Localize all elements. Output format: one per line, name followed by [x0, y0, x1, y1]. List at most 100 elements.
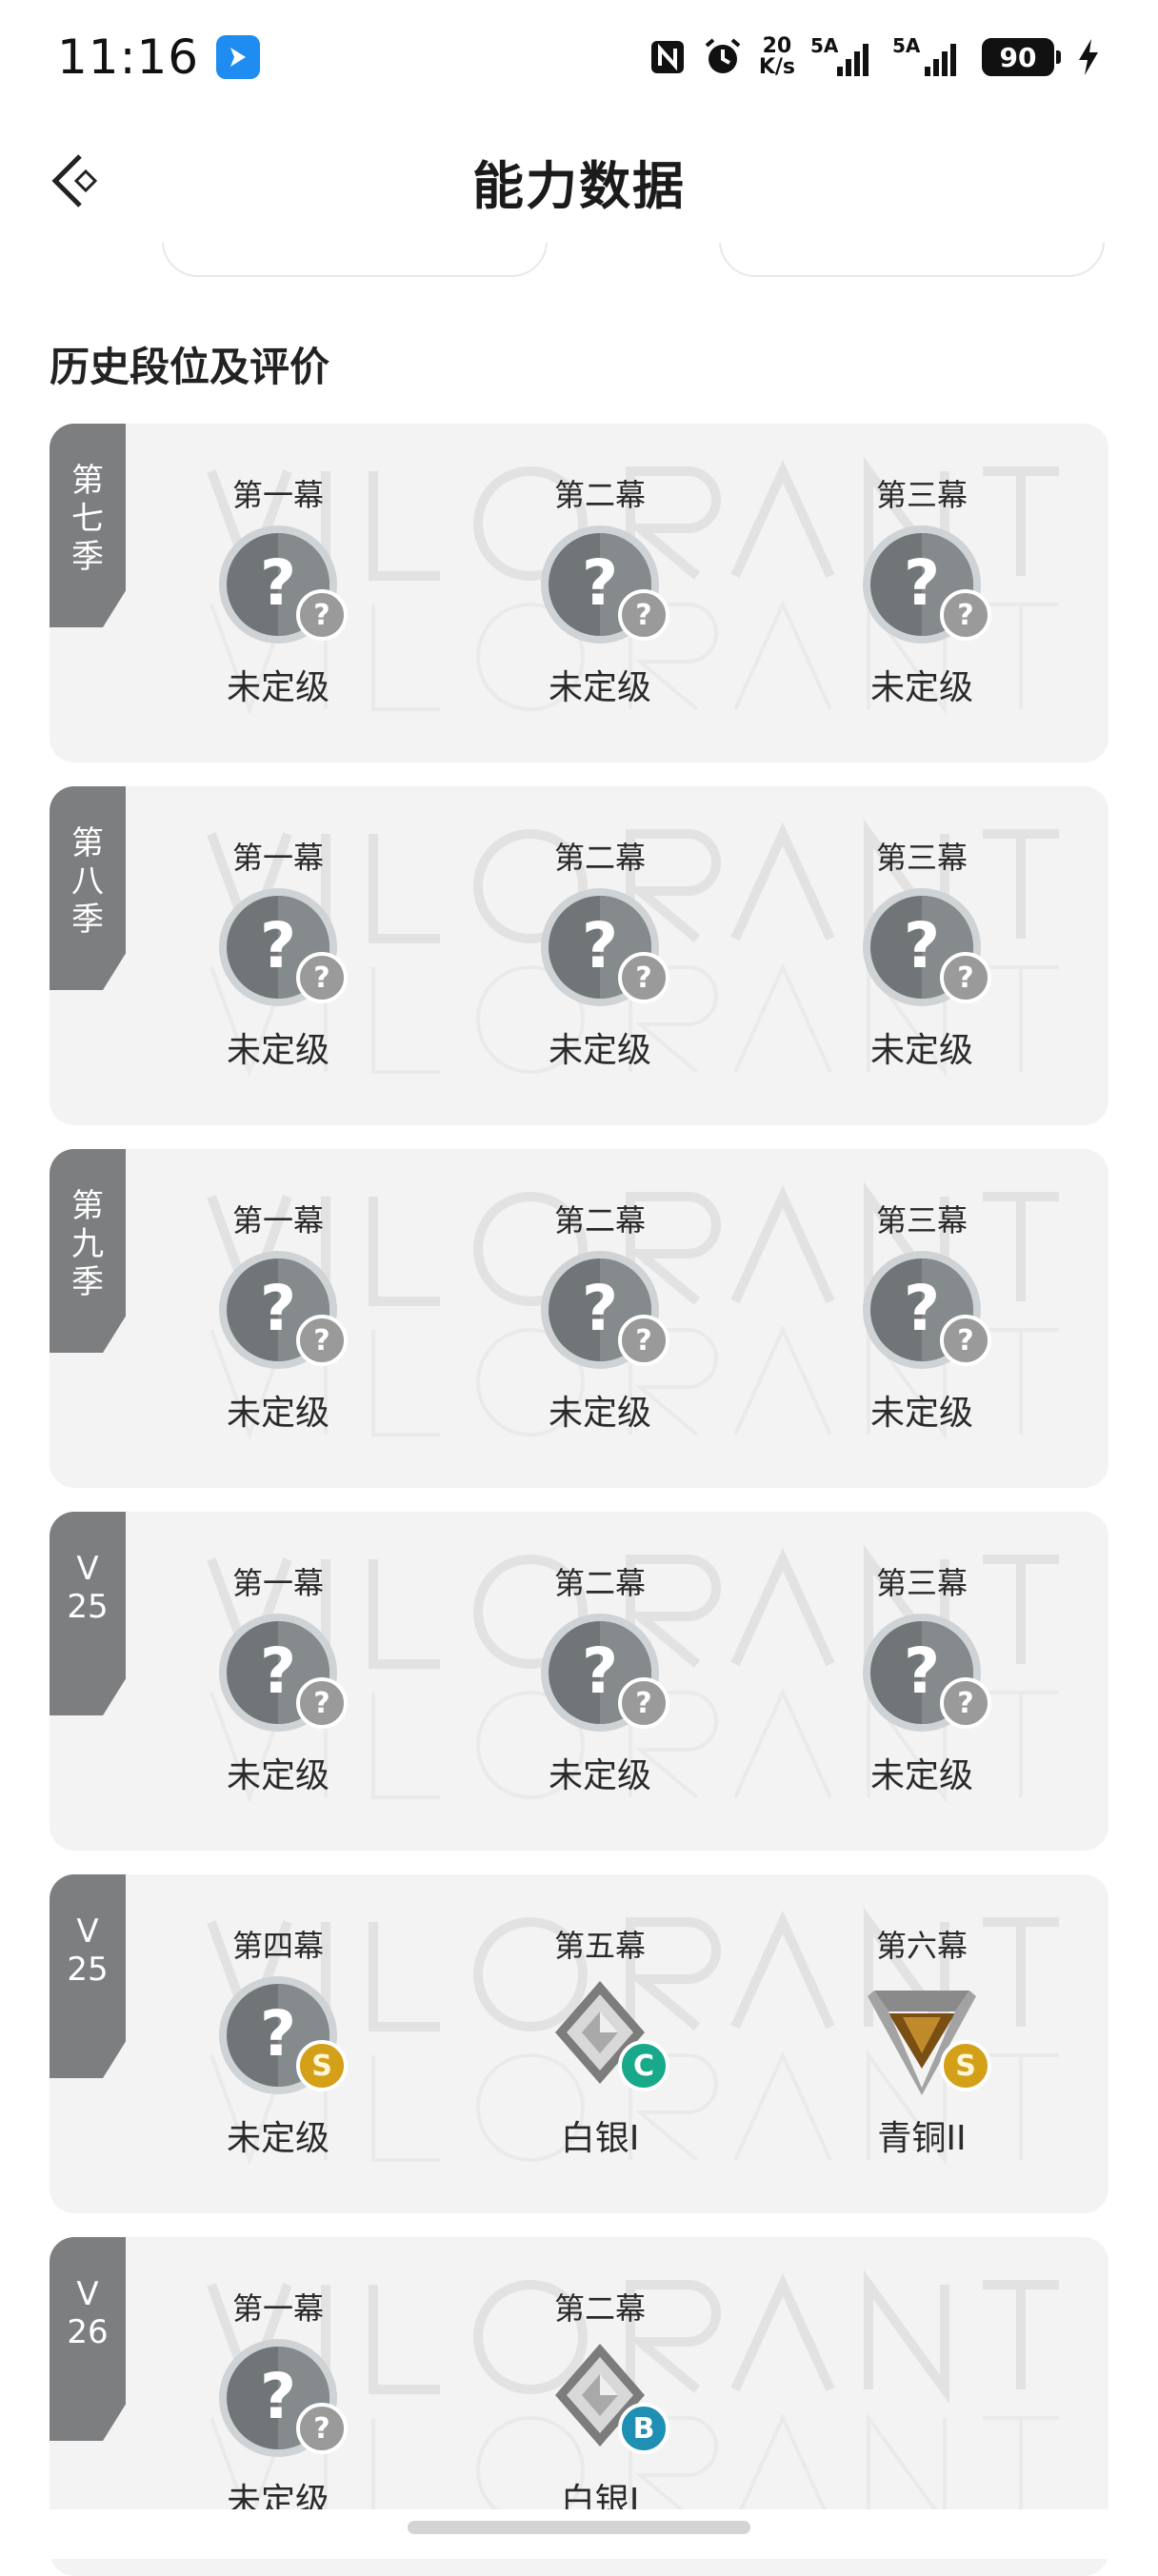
- svg-text:?: ?: [582, 1635, 618, 1708]
- act-entry[interactable]: 第三幕 ? ? 未定级: [827, 424, 1017, 763]
- rank-name: 未定级: [869, 668, 973, 707]
- act-label: 第三幕: [875, 1565, 968, 1601]
- bottom-fade: [0, 2509, 1158, 2559]
- season-tag-text: 九: [71, 1225, 104, 1263]
- filter-row: [0, 243, 1158, 281]
- grade-badge: ?: [296, 1315, 348, 1366]
- season-tag: V 26: [50, 2237, 126, 2441]
- svg-text:?: ?: [260, 1635, 296, 1708]
- act-entry[interactable]: 第二幕 ? ? 未定级: [505, 1149, 695, 1488]
- grade-badge: ?: [618, 1677, 669, 1729]
- rank-name: 未定级: [226, 1394, 329, 1433]
- rank-emblem: ? ?: [860, 523, 991, 646]
- act-entry[interactable]: 第一幕 ? ? 未定级: [183, 1512, 373, 1851]
- act-entry[interactable]: 第五幕 C 白银I: [505, 1874, 695, 2213]
- act-entry[interactable]: 第四幕 ? S 未定级: [183, 1874, 373, 2213]
- season-tag-text: 第: [71, 462, 104, 500]
- rank-emblem: C: [538, 1973, 669, 2097]
- act-label: 第二幕: [553, 477, 646, 513]
- season-card: V 25 第一幕 ? ? 未定级 第二幕 ? ? 未定级 第三幕 ? ? 未定级: [50, 1512, 1108, 1851]
- rank-name: 青铜II: [877, 2119, 967, 2158]
- battery-icon: 90: [982, 38, 1061, 76]
- rank-emblem: S: [860, 1973, 991, 2097]
- rank-name: 未定级: [226, 668, 329, 707]
- back-arrow-icon[interactable]: [48, 150, 105, 211]
- act-label: 第一幕: [231, 2290, 324, 2327]
- svg-text:?: ?: [260, 909, 296, 982]
- season-tag-text: 25: [67, 1951, 109, 1989]
- svg-text:?: ?: [904, 546, 940, 620]
- act-label: 第一幕: [231, 1565, 324, 1601]
- season-card: V 25 第四幕 ? S 未定级 第五幕 C 白银I 第六幕 S 青铜II: [50, 1874, 1108, 2213]
- act-entry[interactable]: 第一幕 ? ? 未定级: [183, 786, 373, 1125]
- nav-bar: 能力数据: [0, 114, 1158, 248]
- home-indicator[interactable]: [408, 2521, 750, 2534]
- map-filter-dropdown[interactable]: [719, 243, 1105, 277]
- rank-name: 未定级: [869, 1031, 973, 1070]
- grade-badge: B: [618, 2403, 669, 2454]
- season-tag-text: 26: [67, 2313, 109, 2351]
- mode-filter-dropdown[interactable]: [162, 243, 548, 277]
- act-entry[interactable]: 第二幕 ? ? 未定级: [505, 1512, 695, 1851]
- rank-emblem: ? ?: [216, 1611, 348, 1734]
- season-tag: 第七季: [50, 424, 126, 627]
- svg-text:?: ?: [260, 546, 296, 620]
- rank-name: 白银I: [560, 2119, 640, 2158]
- svg-text:?: ?: [904, 1272, 940, 1345]
- rank-emblem: ? ?: [216, 885, 348, 1009]
- grade-badge: S: [296, 2040, 348, 2091]
- svg-text:?: ?: [582, 909, 618, 982]
- network-speed: 20 K/s: [758, 34, 795, 79]
- grade-badge: ?: [940, 1315, 991, 1366]
- rank-emblem: ? ?: [538, 1248, 669, 1372]
- svg-text:?: ?: [582, 546, 618, 620]
- grade-badge: ?: [618, 1315, 669, 1366]
- act-entry[interactable]: 第一幕 ? ? 未定级: [183, 424, 373, 763]
- season-tag: 第九季: [50, 1149, 126, 1353]
- act-entry[interactable]: 第三幕 ? ? 未定级: [827, 1512, 1017, 1851]
- svg-text:?: ?: [260, 1997, 296, 2071]
- act-label: 第五幕: [553, 1928, 646, 1964]
- act-entry[interactable]: 第二幕 ? ? 未定级: [505, 424, 695, 763]
- grade-badge: ?: [296, 952, 348, 1003]
- grade-badge: ?: [940, 1677, 991, 1729]
- season-tag: 第八季: [50, 786, 126, 990]
- grade-badge: ?: [940, 952, 991, 1003]
- rank-emblem: ? S: [216, 1973, 348, 2097]
- alarm-icon: [702, 36, 744, 78]
- act-label: 第六幕: [875, 1928, 968, 1964]
- season-card: 第九季 第一幕 ? ? 未定级 第二幕 ? ? 未定级 第三幕 ? ? 未定级: [50, 1149, 1108, 1488]
- rank-name: 未定级: [226, 1756, 329, 1795]
- rank-name: 未定级: [869, 1394, 973, 1433]
- act-label: 第三幕: [875, 477, 968, 513]
- svg-text:?: ?: [582, 1272, 618, 1345]
- rank-emblem: B: [538, 2336, 669, 2460]
- act-entry[interactable]: 第三幕 ? ? 未定级: [827, 786, 1017, 1125]
- rank-name: 未定级: [226, 1031, 329, 1070]
- act-label: 第三幕: [875, 840, 968, 876]
- act-entry[interactable]: 第三幕 ? ? 未定级: [827, 1149, 1017, 1488]
- rank-name: 未定级: [226, 2119, 329, 2158]
- grade-badge: C: [618, 2040, 669, 2091]
- season-card: 第七季 第一幕 ? ? 未定级 第二幕 ? ? 未定级 第三幕 ? ? 未定级: [50, 424, 1108, 763]
- act-label: 第二幕: [553, 1202, 646, 1238]
- act-entry[interactable]: 第一幕 ? ? 未定级: [183, 1149, 373, 1488]
- app-notification-icon: [216, 35, 261, 79]
- act-label: 第二幕: [553, 840, 646, 876]
- svg-text:?: ?: [904, 909, 940, 982]
- act-entry[interactable]: 第二幕 ? ? 未定级: [505, 786, 695, 1125]
- act-label: 第四幕: [231, 1928, 324, 1964]
- rank-emblem: ? ?: [216, 523, 348, 646]
- rank-emblem: ? ?: [860, 1611, 991, 1734]
- season-tag-text: 第: [71, 824, 104, 862]
- grade-badge: ?: [618, 952, 669, 1003]
- svg-text:?: ?: [260, 1272, 296, 1345]
- grade-badge: ?: [940, 589, 991, 641]
- clock: 11:16: [57, 30, 200, 85]
- rank-name: 未定级: [548, 668, 651, 707]
- grade-badge: S: [940, 2040, 991, 2091]
- rank-emblem: ? ?: [860, 1248, 991, 1372]
- nfc-icon: [649, 38, 687, 76]
- act-label: 第一幕: [231, 477, 324, 513]
- act-entry[interactable]: 第六幕 S 青铜II: [827, 1874, 1017, 2213]
